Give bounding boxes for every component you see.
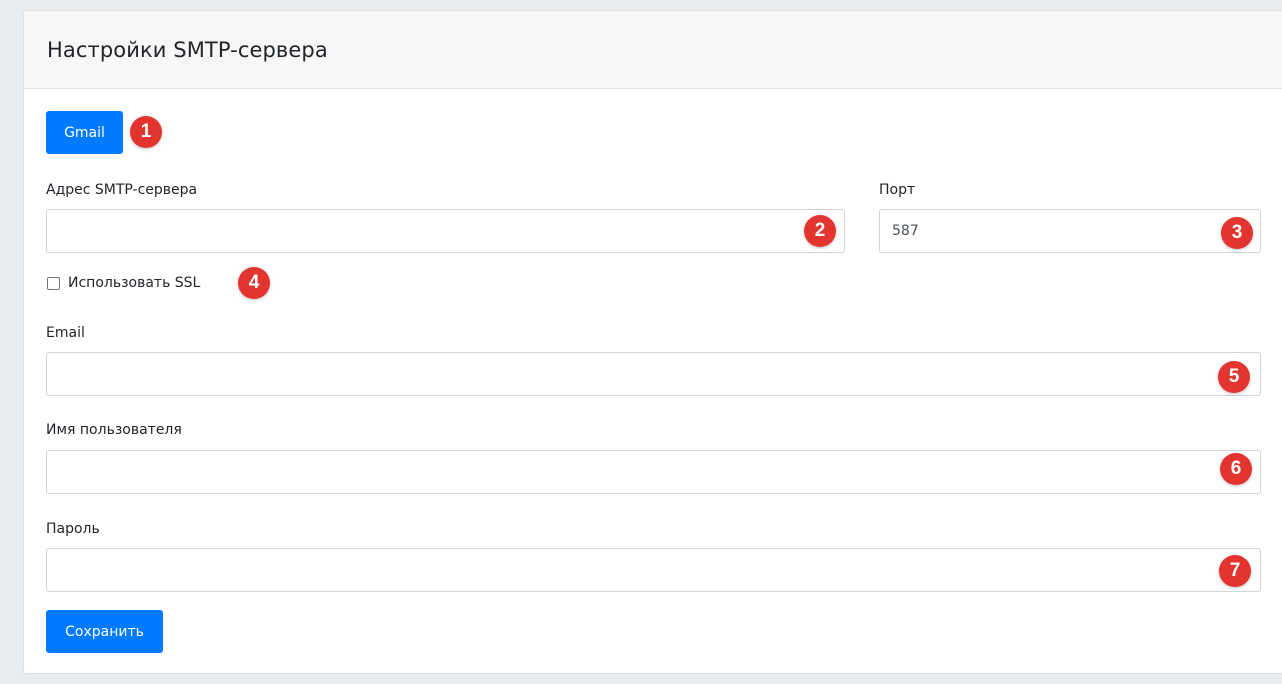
gmail-button[interactable]: Gmail xyxy=(46,111,123,154)
card-header: Настройки SMTP-сервера xyxy=(24,11,1282,89)
annotation-badge-2: 2 xyxy=(804,215,836,247)
annotation-badge-5: 5 xyxy=(1218,361,1250,393)
annotation-badge-7: 7 xyxy=(1219,555,1251,587)
annotation-badge-3: 3 xyxy=(1221,217,1253,249)
annotation-badge-4: 4 xyxy=(238,267,270,299)
save-button[interactable]: Сохранить xyxy=(46,610,163,653)
email-label: Email xyxy=(46,325,85,341)
ssl-checkbox-row: Использовать SSL xyxy=(47,275,200,291)
ssl-checkbox-label: Использовать SSL xyxy=(68,275,201,291)
annotation-badge-1: 1 xyxy=(130,116,162,148)
annotation-badge-6: 6 xyxy=(1220,453,1252,485)
page-title: Настройки SMTP-сервера xyxy=(47,37,328,62)
password-input[interactable] xyxy=(46,548,1261,592)
username-label: Имя пользователя xyxy=(46,422,182,438)
ssl-checkbox[interactable] xyxy=(47,276,60,290)
email-input[interactable] xyxy=(46,352,1261,396)
smtp-server-label: Адрес SMTP-сервера xyxy=(46,182,198,198)
username-input[interactable] xyxy=(46,450,1261,494)
password-label: Пароль xyxy=(46,521,100,537)
port-input[interactable] xyxy=(879,209,1261,253)
port-label: Порт xyxy=(879,182,916,198)
smtp-server-input[interactable] xyxy=(46,209,845,253)
